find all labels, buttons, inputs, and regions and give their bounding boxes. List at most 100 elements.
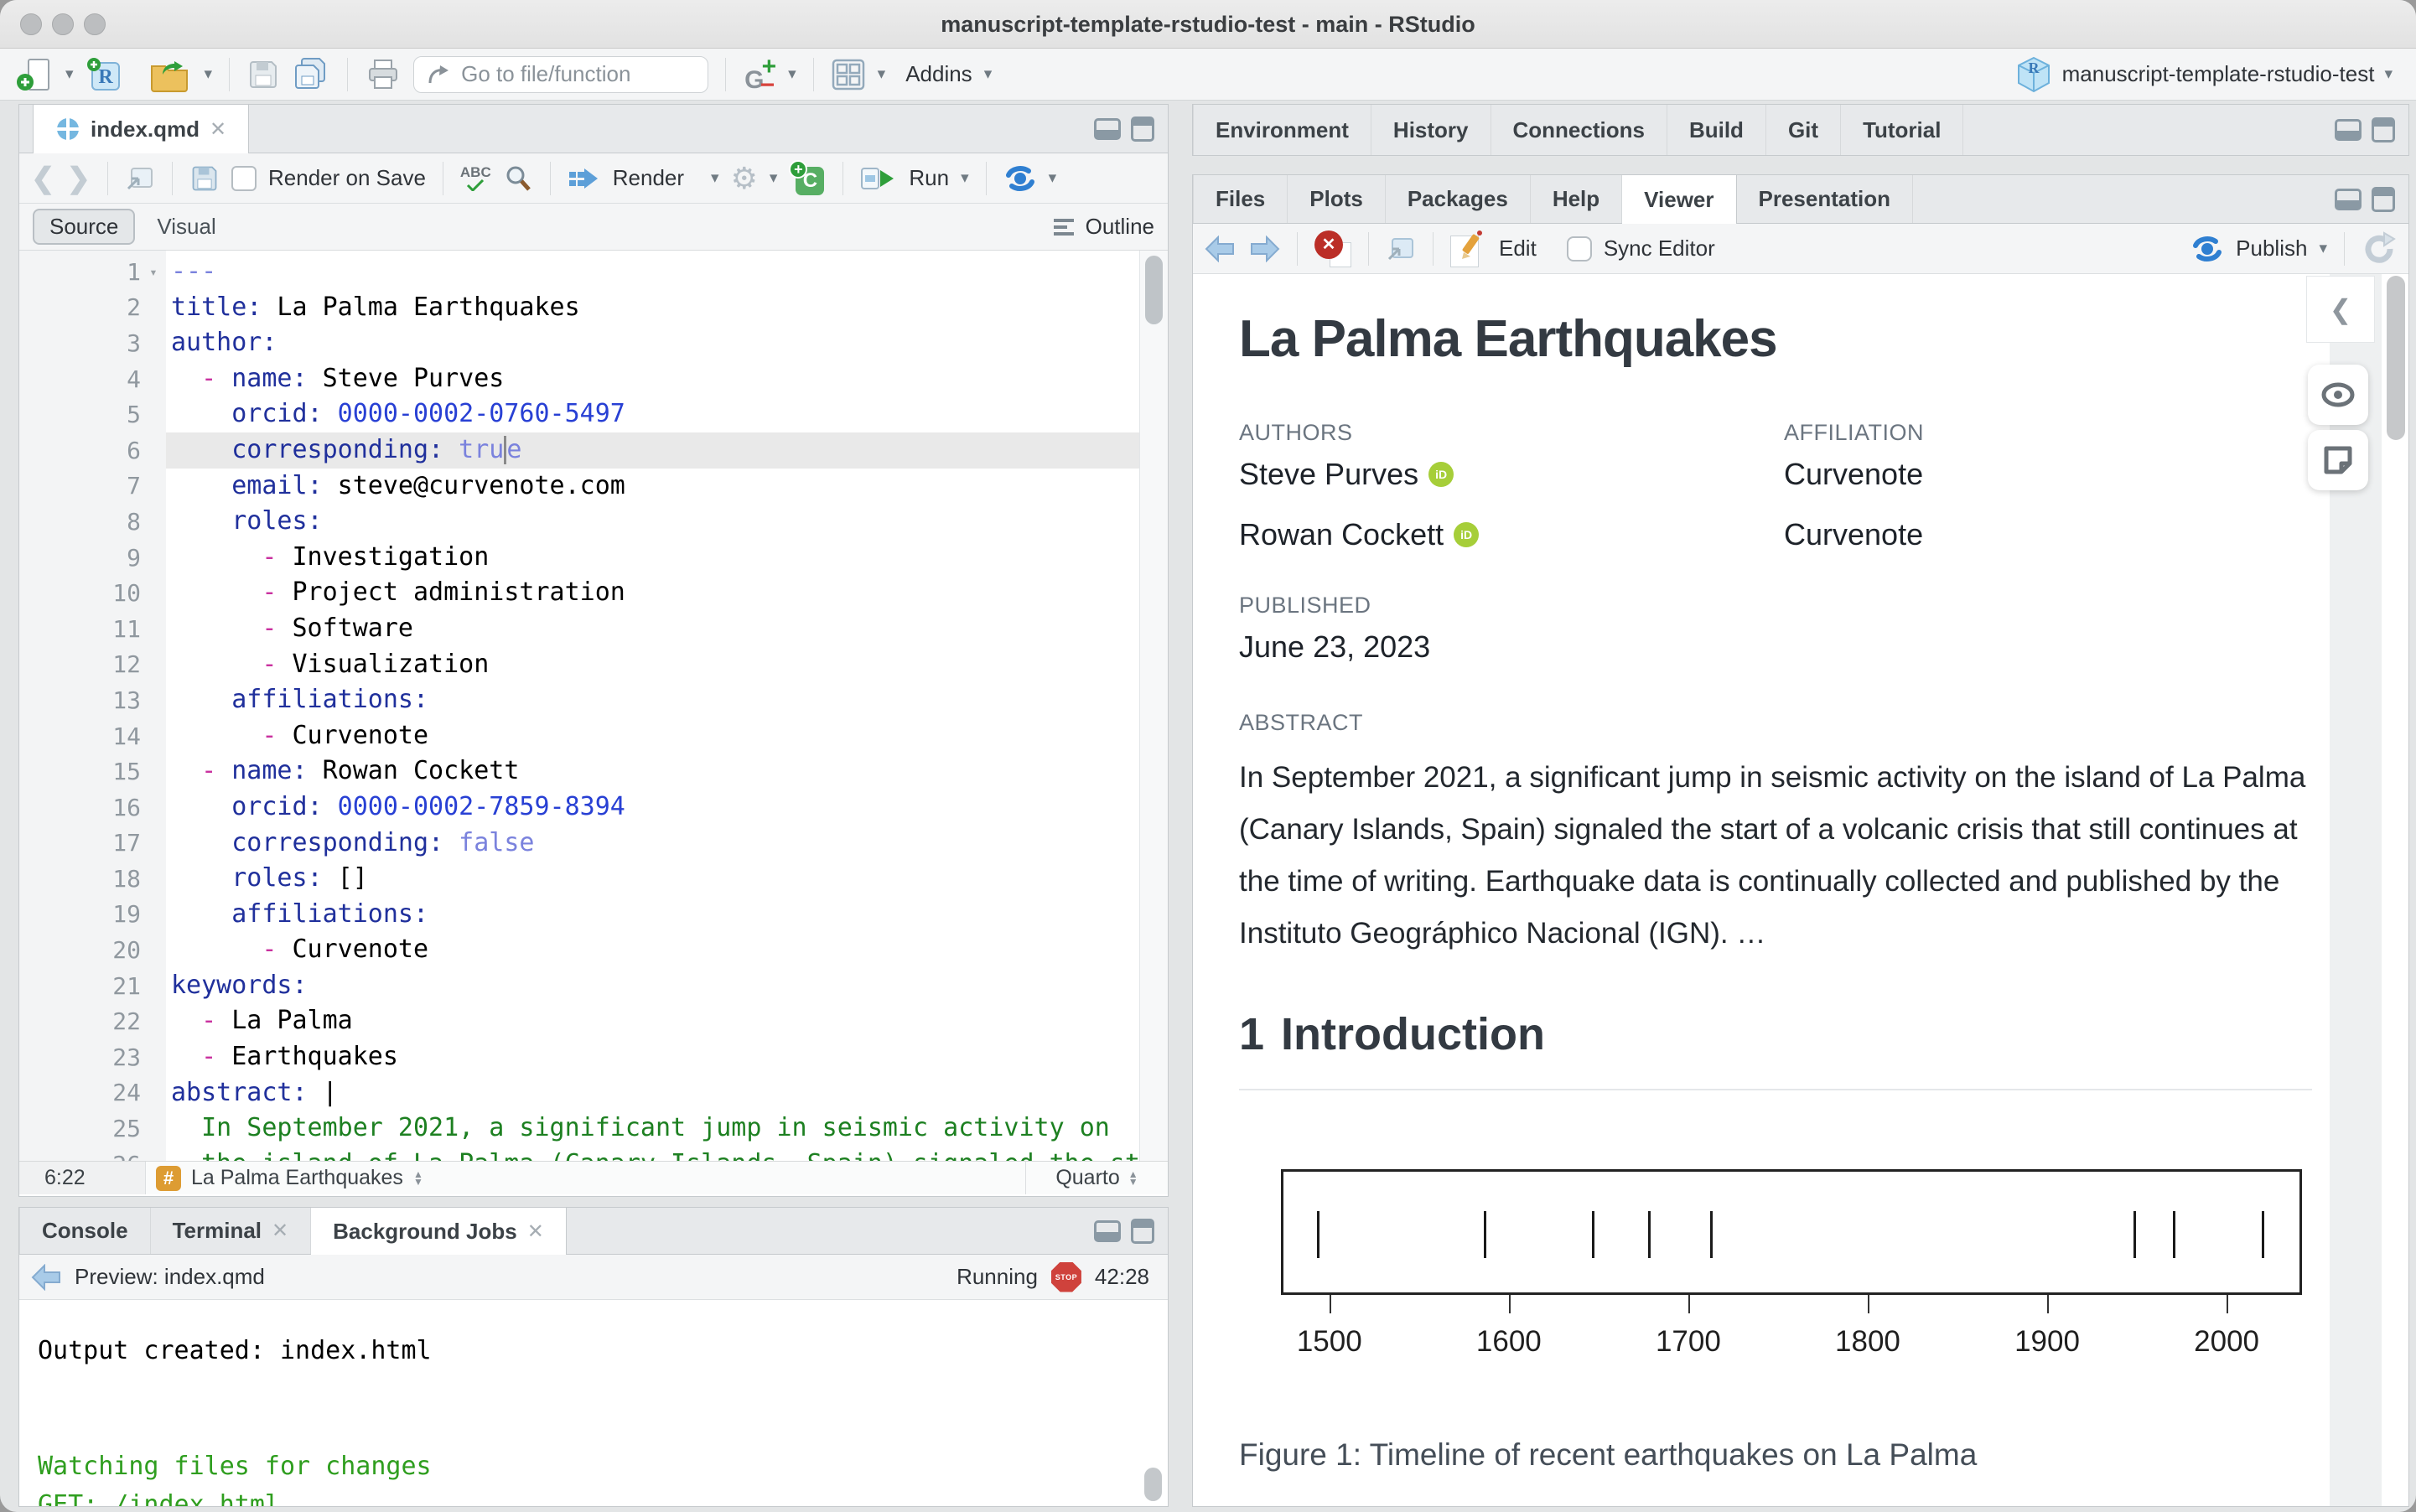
tab-terminal[interactable]: Terminal ✕ xyxy=(151,1208,312,1254)
render-on-save-checkbox[interactable] xyxy=(231,165,257,191)
spellcheck-icon[interactable]: ABC xyxy=(460,165,491,191)
render-icon[interactable] xyxy=(568,165,601,192)
viewer-scrollbar-thumb[interactable] xyxy=(2387,276,2405,440)
orcid-icon[interactable]: iD xyxy=(1428,462,1454,487)
tab-presentation[interactable]: Presentation xyxy=(1737,175,1914,223)
save-icon[interactable] xyxy=(246,58,280,91)
gutter-line-number: 18 xyxy=(112,864,141,893)
tab-console[interactable]: Console xyxy=(19,1208,151,1254)
run-label[interactable]: Run xyxy=(909,165,949,191)
outline-button[interactable]: Outline xyxy=(1086,214,1154,240)
save-all-icon[interactable] xyxy=(292,56,330,93)
code-line: keywords: xyxy=(171,970,308,1000)
stop-job-icon[interactable]: STOP xyxy=(1050,1261,1081,1292)
annotation-button[interactable] xyxy=(2308,430,2368,490)
tab-history[interactable]: History xyxy=(1371,105,1491,155)
maximize-pane-icon[interactable] xyxy=(2372,117,2395,142)
tab-tutorial[interactable]: Tutorial xyxy=(1841,105,1964,155)
publish-button[interactable]: Publish xyxy=(2236,236,2307,261)
rerun-dropdown-icon[interactable]: ▾ xyxy=(1049,170,1057,186)
print-icon[interactable] xyxy=(365,57,402,92)
jobs-scrollbar-thumb[interactable] xyxy=(1144,1468,1162,1501)
render-label[interactable]: Render xyxy=(613,165,684,191)
orcid-icon[interactable]: iD xyxy=(1454,522,1480,547)
edit-pencil-icon[interactable] xyxy=(1450,230,1487,267)
close-tab-icon[interactable]: ✕ xyxy=(210,117,226,142)
viewer-back-icon[interactable] xyxy=(1205,235,1237,262)
find-replace-icon[interactable] xyxy=(503,163,533,194)
render-settings-gear-icon[interactable]: ⚙ xyxy=(731,161,758,196)
source-mode-button[interactable]: Source xyxy=(33,209,136,245)
render-dropdown-icon[interactable]: ▾ xyxy=(711,170,719,186)
close-jobs-icon[interactable]: ✕ xyxy=(527,1219,544,1244)
settings-dropdown-icon[interactable]: ▾ xyxy=(770,170,778,186)
tab-plots-label: Plots xyxy=(1309,186,1363,211)
maximize-pane-icon[interactable] xyxy=(1131,116,1154,142)
editor-tab-index-qmd[interactable]: index.qmd ✕ xyxy=(33,105,250,153)
tab-presentation-label: Presentation xyxy=(1758,186,1891,211)
sync-editor-checkbox[interactable] xyxy=(1566,236,1592,261)
rerun-icon[interactable] xyxy=(1003,163,1037,194)
viewer-popout-icon[interactable] xyxy=(1386,236,1416,262)
goto-file-input[interactable] xyxy=(459,60,678,88)
tab-viewer[interactable]: Viewer xyxy=(1622,175,1737,224)
axis-tick xyxy=(1329,1295,1331,1313)
tab-build[interactable]: Build xyxy=(1667,105,1766,155)
filetype-selector[interactable]: Quarto ▲ ▼ xyxy=(1025,1162,1168,1194)
tab-git[interactable]: Git xyxy=(1766,105,1842,155)
viewer-content[interactable]: ❮ La Palma Earthquakes AUTHORS AFFILIATI… xyxy=(1193,274,2408,1506)
insert-chunk-icon[interactable]: C + xyxy=(789,159,826,197)
forward-icon[interactable]: ❯ xyxy=(67,162,91,195)
jobs-back-icon[interactable] xyxy=(31,1263,63,1291)
tab-connections[interactable]: Connections xyxy=(1491,105,1667,155)
viewer-forward-icon[interactable] xyxy=(1248,235,1280,262)
minimize-pane-icon[interactable] xyxy=(2335,188,2362,210)
close-terminal-icon[interactable]: ✕ xyxy=(272,1219,288,1243)
minimize-pane-icon[interactable] xyxy=(1094,1219,1121,1242)
version-control-dropdown-icon[interactable]: ▾ xyxy=(788,66,796,82)
maximize-pane-icon[interactable] xyxy=(1131,1218,1154,1244)
back-icon[interactable]: ❮ xyxy=(31,162,55,195)
visual-mode-button[interactable]: Visual xyxy=(157,214,215,240)
viewer-refresh-icon[interactable] xyxy=(2362,230,2397,267)
goto-file-search[interactable] xyxy=(413,55,709,93)
tab-help[interactable]: Help xyxy=(1531,175,1623,223)
editor-scrollbar[interactable] xyxy=(1139,251,1168,1161)
run-icon[interactable] xyxy=(860,165,897,192)
tab-environment[interactable]: Environment xyxy=(1193,105,1371,155)
filetype-label: Quarto xyxy=(1055,1166,1120,1189)
visibility-button[interactable] xyxy=(2308,365,2368,425)
maximize-pane-icon[interactable] xyxy=(2372,186,2395,212)
fold-arrow-icon[interactable]: ▾ xyxy=(141,264,166,280)
tab-plots[interactable]: Plots xyxy=(1288,175,1386,223)
editor-code[interactable]: --- title: La Palma Earthquakes author: - … xyxy=(166,251,1139,1161)
workspace-panes-icon[interactable] xyxy=(831,58,866,91)
minimize-pane-icon[interactable] xyxy=(1094,117,1121,140)
edit-button-label[interactable]: Edit xyxy=(1499,236,1537,261)
tab-background-jobs[interactable]: Background Jobs ✕ xyxy=(311,1208,567,1255)
tab-files[interactable]: Files xyxy=(1193,175,1288,223)
popout-icon[interactable] xyxy=(125,165,155,192)
project-menu-button[interactable]: R manuscript-template-rstudio-test ▾ xyxy=(2015,54,2393,95)
open-file-icon[interactable] xyxy=(149,56,193,93)
addins-dropdown-icon[interactable]: ▾ xyxy=(984,66,993,82)
open-recent-dropdown-icon[interactable]: ▾ xyxy=(205,66,213,82)
addins-button[interactable]: Addins xyxy=(905,61,972,87)
restore-pane-icon[interactable] xyxy=(2335,119,2362,141)
collapse-panel-button[interactable]: ❮ xyxy=(2306,276,2375,343)
jobs-scrollbar[interactable] xyxy=(1139,1300,1168,1506)
viewer-stop-icon[interactable]: ✕ xyxy=(1314,230,1351,267)
panes-dropdown-icon[interactable]: ▾ xyxy=(878,66,886,82)
tab-packages[interactable]: Packages xyxy=(1386,175,1531,223)
save-doc-icon[interactable] xyxy=(189,163,220,194)
code-editor[interactable]: 1 ▾ 2 3 4 5 6 7 8 9 10 11 12 13 14 15 16 17 18 19 20 21 22 23 24… xyxy=(19,251,1168,1161)
version-control-icon[interactable]: G + − xyxy=(743,53,776,99)
symbol-navigator[interactable]: # La Palma Earthquakes ▲ ▼ xyxy=(145,1162,1025,1194)
new-file-dropdown-icon[interactable]: ▾ xyxy=(65,66,74,82)
editor-scrollbar-thumb[interactable] xyxy=(1145,256,1163,324)
jobs-output[interactable]: Output created: index.html Watching file… xyxy=(19,1300,1168,1506)
publish-dropdown-icon[interactable]: ▾ xyxy=(2319,241,2327,256)
new-file-icon[interactable] xyxy=(15,55,54,94)
new-project-icon[interactable]: R xyxy=(86,54,126,95)
run-dropdown-icon[interactable]: ▾ xyxy=(961,170,969,186)
